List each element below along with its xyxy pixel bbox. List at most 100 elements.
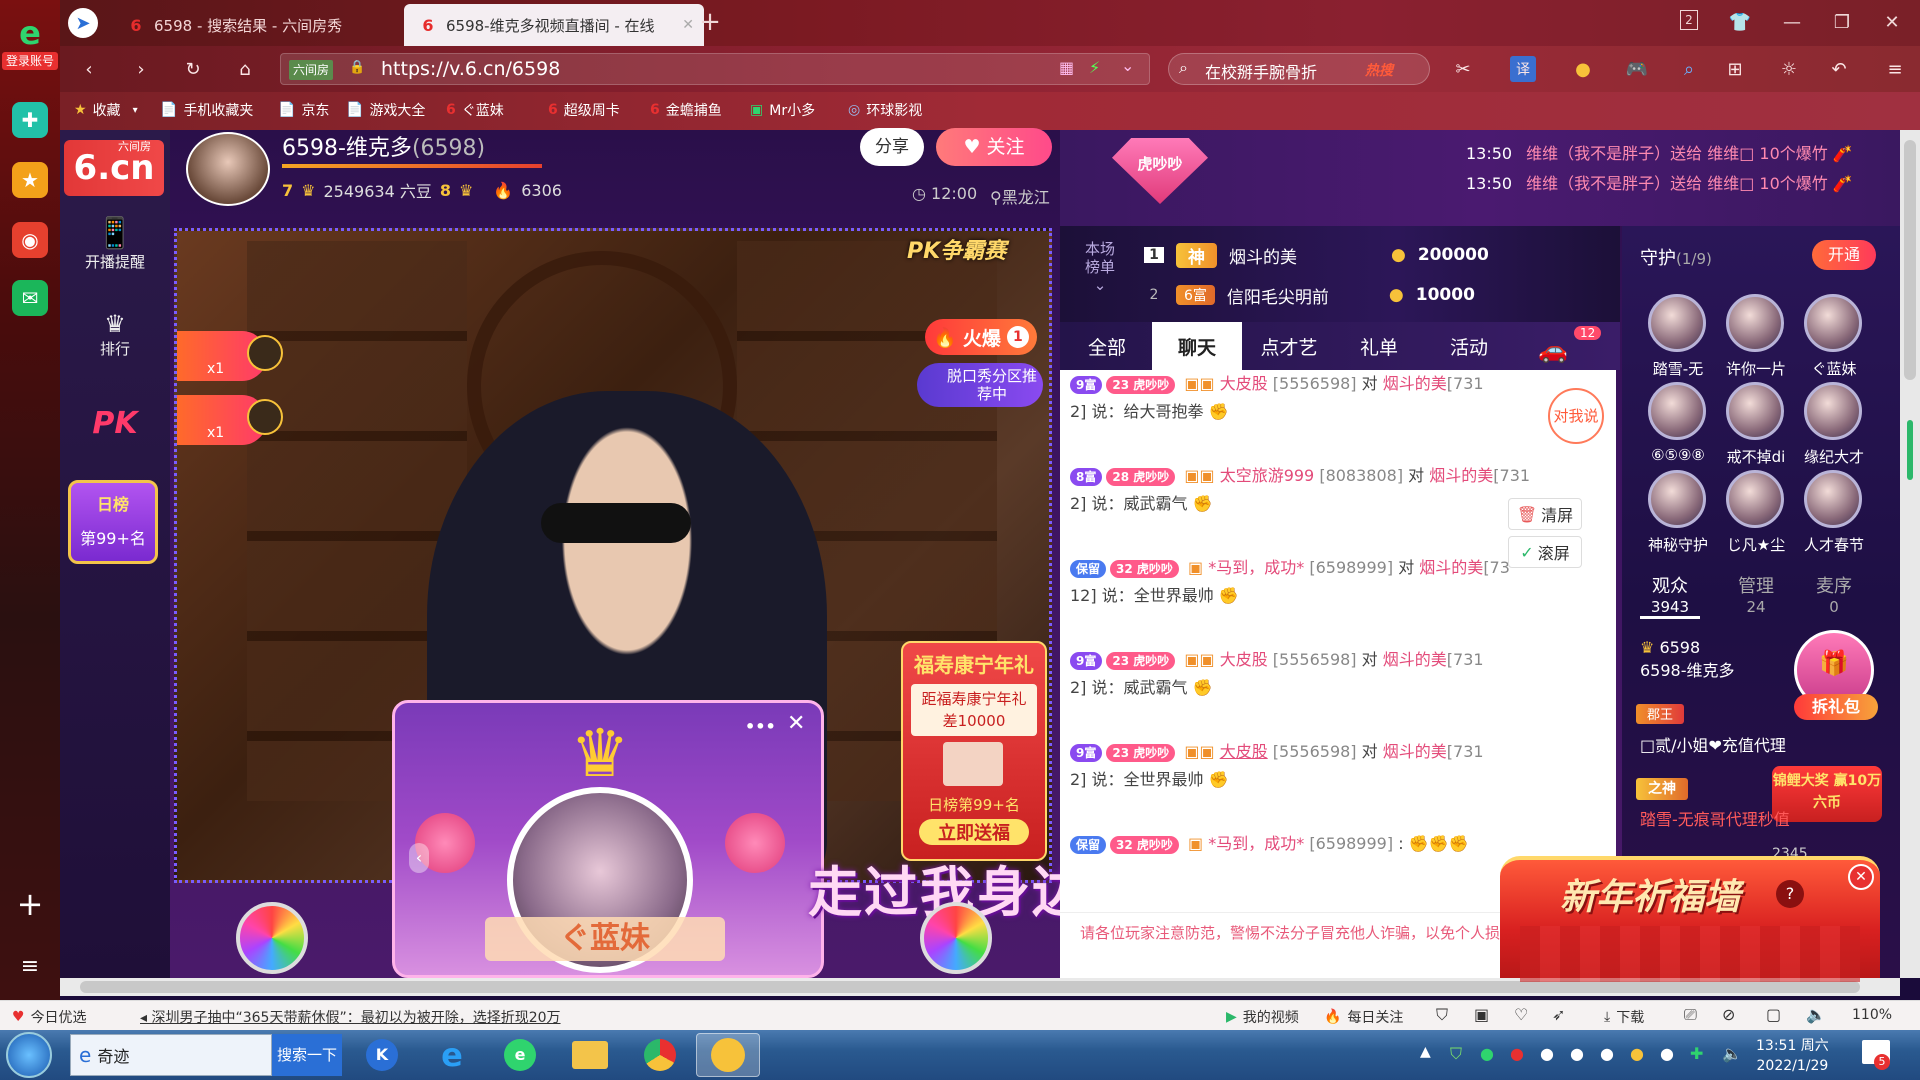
tray-app-icon[interactable]: ● xyxy=(1630,1044,1644,1063)
tab-audience[interactable]: 观众 3943 xyxy=(1640,572,1700,619)
daily-follow-button[interactable]: 🔥 每日关注 xyxy=(1324,1007,1403,1027)
brightness-icon[interactable]: ☼ xyxy=(1776,56,1802,82)
tray-volume-icon[interactable]: 🔈 xyxy=(1722,1044,1742,1063)
search-input[interactable]: 在校掰手腕骨折 xyxy=(1205,59,1317,83)
viewer-row[interactable]: 踏雪-无痕哥代理秒值 xyxy=(1640,806,1790,830)
browser-logo-icon[interactable]: e xyxy=(10,14,50,52)
bookmark-weekcard[interactable]: 6 超级周卡 xyxy=(548,100,620,120)
viewer-row[interactable]: ♛ 6598 6598-维克多 xyxy=(1640,638,1735,681)
guard-avatar[interactable] xyxy=(1804,470,1862,528)
taskbar-search[interactable]: e 奇迹 xyxy=(70,1034,272,1076)
add-icon[interactable]: + xyxy=(14,888,46,920)
plugin-icon[interactable]: ✚ xyxy=(12,102,48,138)
pk-banner[interactable]: PK争霸赛 xyxy=(907,233,1006,265)
home-icon[interactable]: ⌂ xyxy=(232,56,258,82)
tab-gift-list[interactable]: 礼单 xyxy=(1334,322,1424,370)
share-button[interactable]: 分享 xyxy=(860,128,924,166)
bookmark-favorites[interactable]: ★ 收藏 ▾ xyxy=(74,100,138,120)
tab-all[interactable]: 全部 xyxy=(1062,322,1152,370)
taskbar-ie[interactable]: e xyxy=(420,1033,484,1077)
side-float-indicator[interactable] xyxy=(1907,420,1913,480)
car-icon[interactable]: 🚗 xyxy=(1538,336,1568,364)
chevron-left-icon[interactable]: ‹ xyxy=(409,843,429,873)
bookmark-games[interactable]: 📄 游戏大全 xyxy=(346,100,425,120)
restore-icon[interactable]: ❐ xyxy=(1830,10,1854,34)
tab-count-icon[interactable]: 2 xyxy=(1680,10,1698,30)
search-tool-icon[interactable]: ⌕ xyxy=(1676,56,1702,82)
lucky-wheel-icon[interactable] xyxy=(236,902,308,974)
chevron-down-icon[interactable]: ⌄ xyxy=(1121,56,1134,75)
download-button[interactable]: ⤓ 下载 xyxy=(1604,1007,1644,1027)
mail-icon[interactable]: ✉ xyxy=(12,280,48,316)
bookmark-mrxiaoduo[interactable]: ▣ Mr小多 xyxy=(750,100,815,120)
tab-activity[interactable]: 活动 xyxy=(1424,322,1514,370)
daily-pick[interactable]: ♥ 今日优选 xyxy=(12,1007,87,1027)
close-tab-icon[interactable]: ✕ xyxy=(682,17,694,33)
main-menu-icon[interactable]: ≡ xyxy=(1882,56,1908,82)
heart-outline-icon[interactable]: ♡ xyxy=(1514,1005,1528,1024)
game-icon[interactable]: 🎮 xyxy=(1624,56,1650,82)
guard-avatar[interactable] xyxy=(1648,470,1706,528)
open-guard-button[interactable]: 开通 xyxy=(1812,240,1876,270)
taskbar-explorer[interactable] xyxy=(558,1033,622,1077)
start-button[interactable] xyxy=(6,1032,52,1078)
guest-popup[interactable]: ••• ✕ ♛ ぐ蓝妹 ‹ xyxy=(392,700,824,978)
guard-avatar[interactable] xyxy=(1726,470,1784,528)
anchor-avatar[interactable] xyxy=(186,132,270,206)
sidebar-toggle-icon[interactable]: ➤ xyxy=(68,8,98,38)
bookmark-movies[interactable]: ◎ 环球影视 xyxy=(848,100,922,120)
cast-icon[interactable]: ⎚ xyxy=(1684,1005,1697,1025)
search-box[interactable]: ⌕ 在校掰手腕骨折 热搜 xyxy=(1168,53,1430,85)
tray-shield-icon[interactable]: ⛉ xyxy=(1450,1044,1462,1064)
pk-button[interactable]: PK xyxy=(60,406,170,441)
qr-icon[interactable]: ▦ xyxy=(1059,58,1074,77)
bookmark-lanmei[interactable]: 6 ぐ蓝妹 xyxy=(446,100,504,120)
tab-search-results[interactable]: 6 6598 - 搜索结果 - 六间房秀 xyxy=(112,4,402,46)
close-window-icon[interactable]: ✕ xyxy=(1880,10,1904,34)
tray-browser-icon[interactable]: ● xyxy=(1480,1044,1494,1063)
send-blessing-button[interactable]: 立即送福 xyxy=(919,819,1029,845)
my-video-button[interactable]: ▶ 我的视频 xyxy=(1226,1007,1299,1027)
page-scrollbar[interactable] xyxy=(1900,130,1920,978)
tray-add-icon[interactable]: ✚ xyxy=(1690,1044,1703,1063)
zoom-level[interactable]: 110% xyxy=(1852,1007,1892,1023)
news-link[interactable]: ◂ 深圳男子抽中“365天带薪休假”：最初以为被开除，选择折现20万 xyxy=(140,1007,561,1027)
more-icon[interactable]: ••• xyxy=(745,717,776,736)
tab-live-room[interactable]: 6 6598-维克多视频直播间 - 在线 ✕ xyxy=(404,4,704,46)
rank-row-1[interactable]: 1 神 烟斗的美 ● 200000 xyxy=(1144,240,1594,270)
apps-grid-icon[interactable]: ⊞ xyxy=(1722,56,1748,82)
newyear-wall-banner[interactable]: 新年祈福墙 ? xyxy=(1500,856,1880,982)
rank-row-2[interactable]: 2 6富 信阳毛尖明前 ● 10000 xyxy=(1144,280,1594,310)
taskbar-app-k[interactable]: K xyxy=(350,1033,414,1077)
translate-icon[interactable]: 译 xyxy=(1510,56,1536,82)
rocket-icon[interactable]: ➶ xyxy=(1552,1005,1565,1024)
taskbar-chrome[interactable] xyxy=(628,1033,692,1077)
tray-qq-icon[interactable]: ● xyxy=(1660,1044,1674,1063)
new-tab-icon[interactable]: + xyxy=(698,7,722,37)
shield-icon[interactable]: ⛉ xyxy=(1436,1005,1448,1025)
nav-ranking[interactable]: ♛ 排行 xyxy=(60,310,170,359)
tray-app-icon[interactable]: ● xyxy=(1510,1044,1524,1063)
tab-mic-queue[interactable]: 麦序 0 xyxy=(1804,572,1864,616)
tray-qq-icon[interactable]: ● xyxy=(1540,1044,1554,1063)
bookmark-jd[interactable]: 📄 京东 xyxy=(278,100,329,120)
follow-button[interactable]: ♥ 关注 xyxy=(936,128,1052,166)
hot-rank-badge[interactable]: 🔥 火爆 1 xyxy=(925,319,1037,355)
help-icon[interactable]: ? xyxy=(1776,880,1804,908)
hscroll-thumb[interactable] xyxy=(80,981,1860,993)
mark-icon[interactable]: ⊘ xyxy=(1722,1005,1735,1024)
weibo-icon[interactable]: ◉ xyxy=(12,222,48,258)
lucky-wheel-icon[interactable] xyxy=(920,902,992,974)
speed-icon[interactable]: ⚡ xyxy=(1089,58,1100,77)
bookmark-fishing[interactable]: 6 金蟾捕鱼 xyxy=(650,100,722,120)
taskbar-browser[interactable]: e xyxy=(488,1033,552,1077)
taskbar-live-app[interactable] xyxy=(696,1033,760,1077)
daily-rank-badge[interactable]: 日榜 第99+名 xyxy=(68,480,158,564)
back-icon[interactable]: ‹ xyxy=(76,56,102,82)
promo-badge[interactable]: 脱口秀分区推荐中 xyxy=(917,363,1043,407)
guard-avatar[interactable] xyxy=(1726,382,1784,440)
newyear-gift-box[interactable]: 福寿康宁年礼 距福寿康宁年礼差10000 日榜第99+名 立即送福 xyxy=(901,641,1047,861)
url-text[interactable]: https://v.6.cn/6598 xyxy=(381,58,560,80)
close-popup-icon[interactable]: ✕ xyxy=(787,711,805,736)
say-to-me-button[interactable]: 对我说 xyxy=(1548,388,1604,444)
